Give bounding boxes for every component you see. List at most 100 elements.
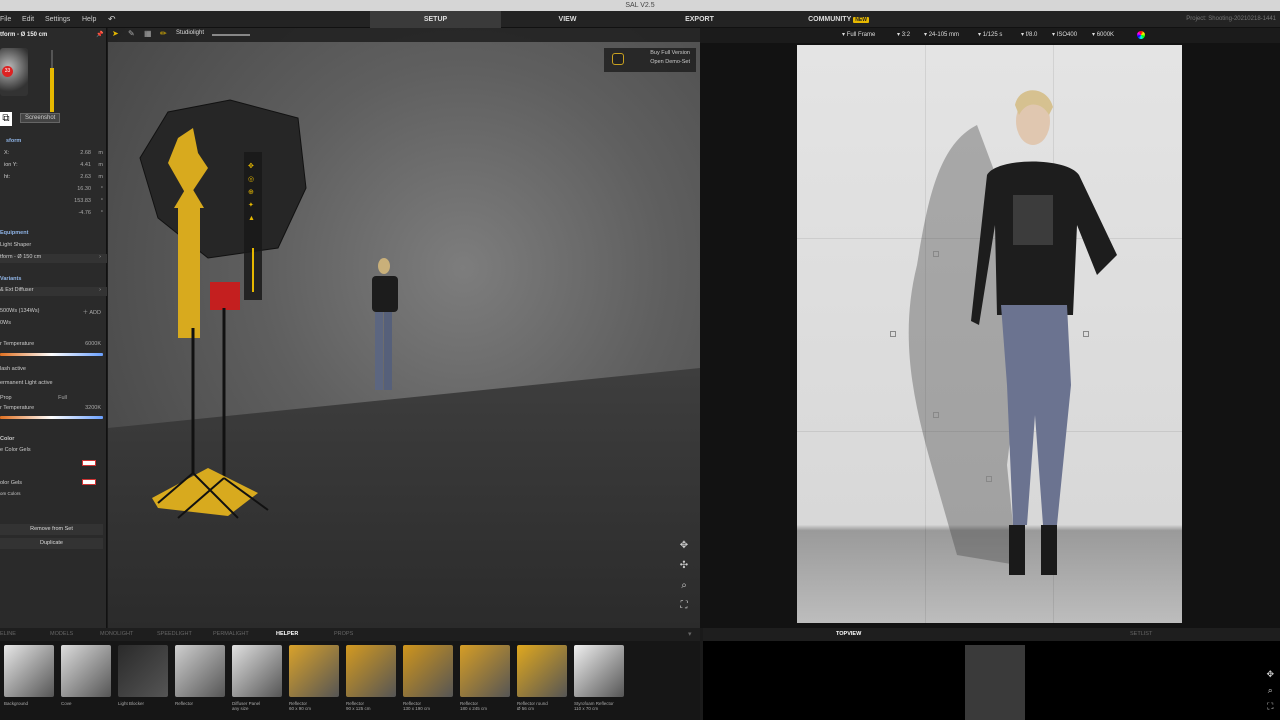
af-point bbox=[986, 476, 992, 482]
move-gizmo[interactable] bbox=[178, 208, 200, 338]
select-icon[interactable]: ➤ bbox=[112, 29, 119, 38]
transform-unit: ° bbox=[100, 210, 103, 216]
lens-select[interactable]: ▾ 24-105 mm bbox=[924, 28, 959, 43]
thumb-item[interactable] bbox=[232, 645, 282, 697]
thumb-item[interactable] bbox=[4, 645, 54, 697]
tab-community[interactable]: COMMUNITY NEW bbox=[766, 11, 911, 28]
pan-icon[interactable]: ✣ bbox=[678, 560, 690, 572]
thumb-item[interactable] bbox=[175, 645, 225, 697]
thumb-item[interactable] bbox=[118, 645, 168, 697]
tab-helper[interactable]: HELPER bbox=[276, 628, 298, 641]
temperature2-slider[interactable] bbox=[0, 416, 103, 419]
thumb-label: Diffuser Panel any size bbox=[232, 701, 288, 711]
light-shaper-value: tform - Ø 150 cm bbox=[0, 254, 42, 260]
gizmo-slider[interactable] bbox=[252, 248, 254, 292]
thumb-item[interactable] bbox=[346, 645, 396, 697]
variant-select[interactable]: & Ext Diffuser › bbox=[0, 287, 107, 296]
thumb-size: 60 x 90 cm bbox=[289, 706, 312, 711]
menu-edit[interactable]: Edit bbox=[22, 11, 34, 28]
af-point bbox=[933, 412, 939, 418]
transform-unit: ° bbox=[100, 186, 103, 192]
temperature-row: r Temperature 6000K bbox=[0, 341, 107, 347]
shutter-select[interactable]: ▾ 1/125 s bbox=[978, 28, 1002, 43]
thumb-item[interactable] bbox=[517, 645, 567, 697]
transform-unit: m bbox=[98, 150, 103, 156]
iso-select[interactable]: ▾ ISO400 bbox=[1052, 28, 1077, 43]
pencil-icon[interactable]: ✏ bbox=[160, 29, 167, 38]
undo-icon[interactable]: ↶ bbox=[108, 11, 116, 28]
transform-unit: ° bbox=[100, 198, 103, 204]
tab-setlist[interactable]: SETLIST bbox=[1130, 628, 1152, 641]
tab-monolight[interactable]: MONOLIGHT bbox=[100, 628, 133, 641]
power-value: 500Ws (134Ws) bbox=[0, 308, 40, 314]
studiolight-label: Studiolight bbox=[176, 30, 205, 36]
tab-export[interactable]: EXPORT bbox=[634, 11, 765, 28]
add-label: ADD bbox=[89, 310, 101, 316]
move-icon[interactable]: ✥ bbox=[678, 540, 690, 552]
height-slider-fill[interactable] bbox=[50, 68, 54, 112]
topview-panel[interactable]: ✥ ⌕ ⛶ bbox=[703, 641, 1280, 720]
strobe-head bbox=[210, 282, 240, 310]
tab-eline[interactable]: ELINE bbox=[0, 628, 16, 641]
transform-value: 4.41 bbox=[80, 162, 91, 168]
topview-icons[interactable]: ✥ ⌕ ⛶ bbox=[1266, 666, 1274, 714]
tab-props[interactable]: PROPS bbox=[334, 628, 353, 641]
thumb-size: Ø 56 cm bbox=[517, 706, 535, 711]
aperture-select[interactable]: ▾ f/8.0 bbox=[1021, 28, 1037, 43]
tab-setup[interactable]: SETUP bbox=[370, 11, 501, 28]
frame-select[interactable]: ▾ Full Frame bbox=[842, 28, 875, 43]
power-sub: 0Ws bbox=[0, 320, 11, 326]
temperature-label: r Temperature bbox=[0, 341, 35, 347]
brush-icon[interactable]: ✎ bbox=[128, 29, 135, 38]
menu-settings[interactable]: Settings bbox=[45, 11, 70, 28]
thumb-label: Cove bbox=[61, 701, 117, 706]
badge-icon: 33 bbox=[2, 66, 13, 77]
zoom-icon[interactable]: ⌕ bbox=[678, 580, 690, 592]
grid-icon[interactable]: ▦ bbox=[144, 29, 152, 38]
wb-select[interactable]: ▾ 6000K bbox=[1092, 28, 1114, 43]
flash-active-label: lash active bbox=[0, 366, 26, 372]
duplicate-button[interactable]: Duplicate bbox=[0, 538, 103, 549]
pin-icon[interactable]: 📌 bbox=[96, 31, 103, 38]
tab-speedlight[interactable]: SPEEDLIGHT bbox=[157, 628, 192, 641]
studio-viewport[interactable]: ➤ ✎ ▦ ✏ Studiolight Buy Full Version Ope… bbox=[108, 28, 700, 628]
temperature-slider[interactable] bbox=[0, 353, 103, 356]
fit-icon[interactable]: ⛶ bbox=[678, 600, 690, 612]
lens-value: 24-105 mm bbox=[928, 32, 960, 38]
transform-unit: m bbox=[98, 162, 103, 168]
thumb-item[interactable] bbox=[61, 645, 111, 697]
transform-heading: sform bbox=[6, 138, 22, 144]
thumb-item[interactable] bbox=[403, 645, 453, 697]
add-button[interactable]: ＋ ADD bbox=[83, 308, 101, 316]
collapse-icon[interactable]: ▾ bbox=[688, 628, 692, 641]
model-figure[interactable] bbox=[358, 256, 418, 396]
thumb-item[interactable] bbox=[460, 645, 510, 697]
menu-file[interactable]: File bbox=[0, 11, 11, 28]
studiolight-slider[interactable] bbox=[212, 34, 250, 36]
tab-permalight[interactable]: PERMALIGHT bbox=[213, 628, 249, 641]
tab-topview[interactable]: TOPVIEW bbox=[836, 628, 861, 641]
color-gel-swatch-2[interactable] bbox=[82, 479, 96, 485]
light-shaper-label: Light Shaper bbox=[0, 242, 32, 248]
color-heading: Color bbox=[0, 436, 15, 442]
helper-library: Background Cove Light Blocker Reflector Diff… bbox=[0, 641, 700, 720]
variant-value: & Ext Diffuser bbox=[0, 287, 34, 293]
ratio-select[interactable]: ▾ 3:2 bbox=[897, 28, 910, 43]
tab-view[interactable]: VIEW bbox=[502, 11, 633, 28]
remove-from-set-button[interactable]: Remove from Set bbox=[0, 524, 103, 535]
screenshot-icon[interactable]: ⧉ bbox=[0, 112, 12, 126]
color-gel-swatch[interactable] bbox=[82, 460, 96, 466]
light-shaper-select[interactable]: tform - Ø 150 cm › bbox=[0, 254, 107, 263]
menu-help[interactable]: Help bbox=[82, 11, 96, 28]
chevron-right-icon: › bbox=[99, 254, 101, 260]
color-wheel-icon[interactable] bbox=[1137, 31, 1145, 39]
thumb-size: 110 x 70 cm bbox=[574, 706, 599, 711]
af-point bbox=[1083, 331, 1089, 337]
camera-preview[interactable] bbox=[797, 45, 1182, 623]
thumb-item[interactable] bbox=[574, 645, 624, 697]
thumb-item[interactable] bbox=[289, 645, 339, 697]
thumb-label: Reflector 130 x 190 cm bbox=[403, 701, 459, 711]
gizmo-icons[interactable]: ✥ ◎ ⊕ ✦ ▲ bbox=[248, 160, 258, 260]
tab-models[interactable]: MODELS bbox=[50, 628, 73, 641]
temperature2-row: r Temperature 3200K bbox=[0, 405, 107, 411]
